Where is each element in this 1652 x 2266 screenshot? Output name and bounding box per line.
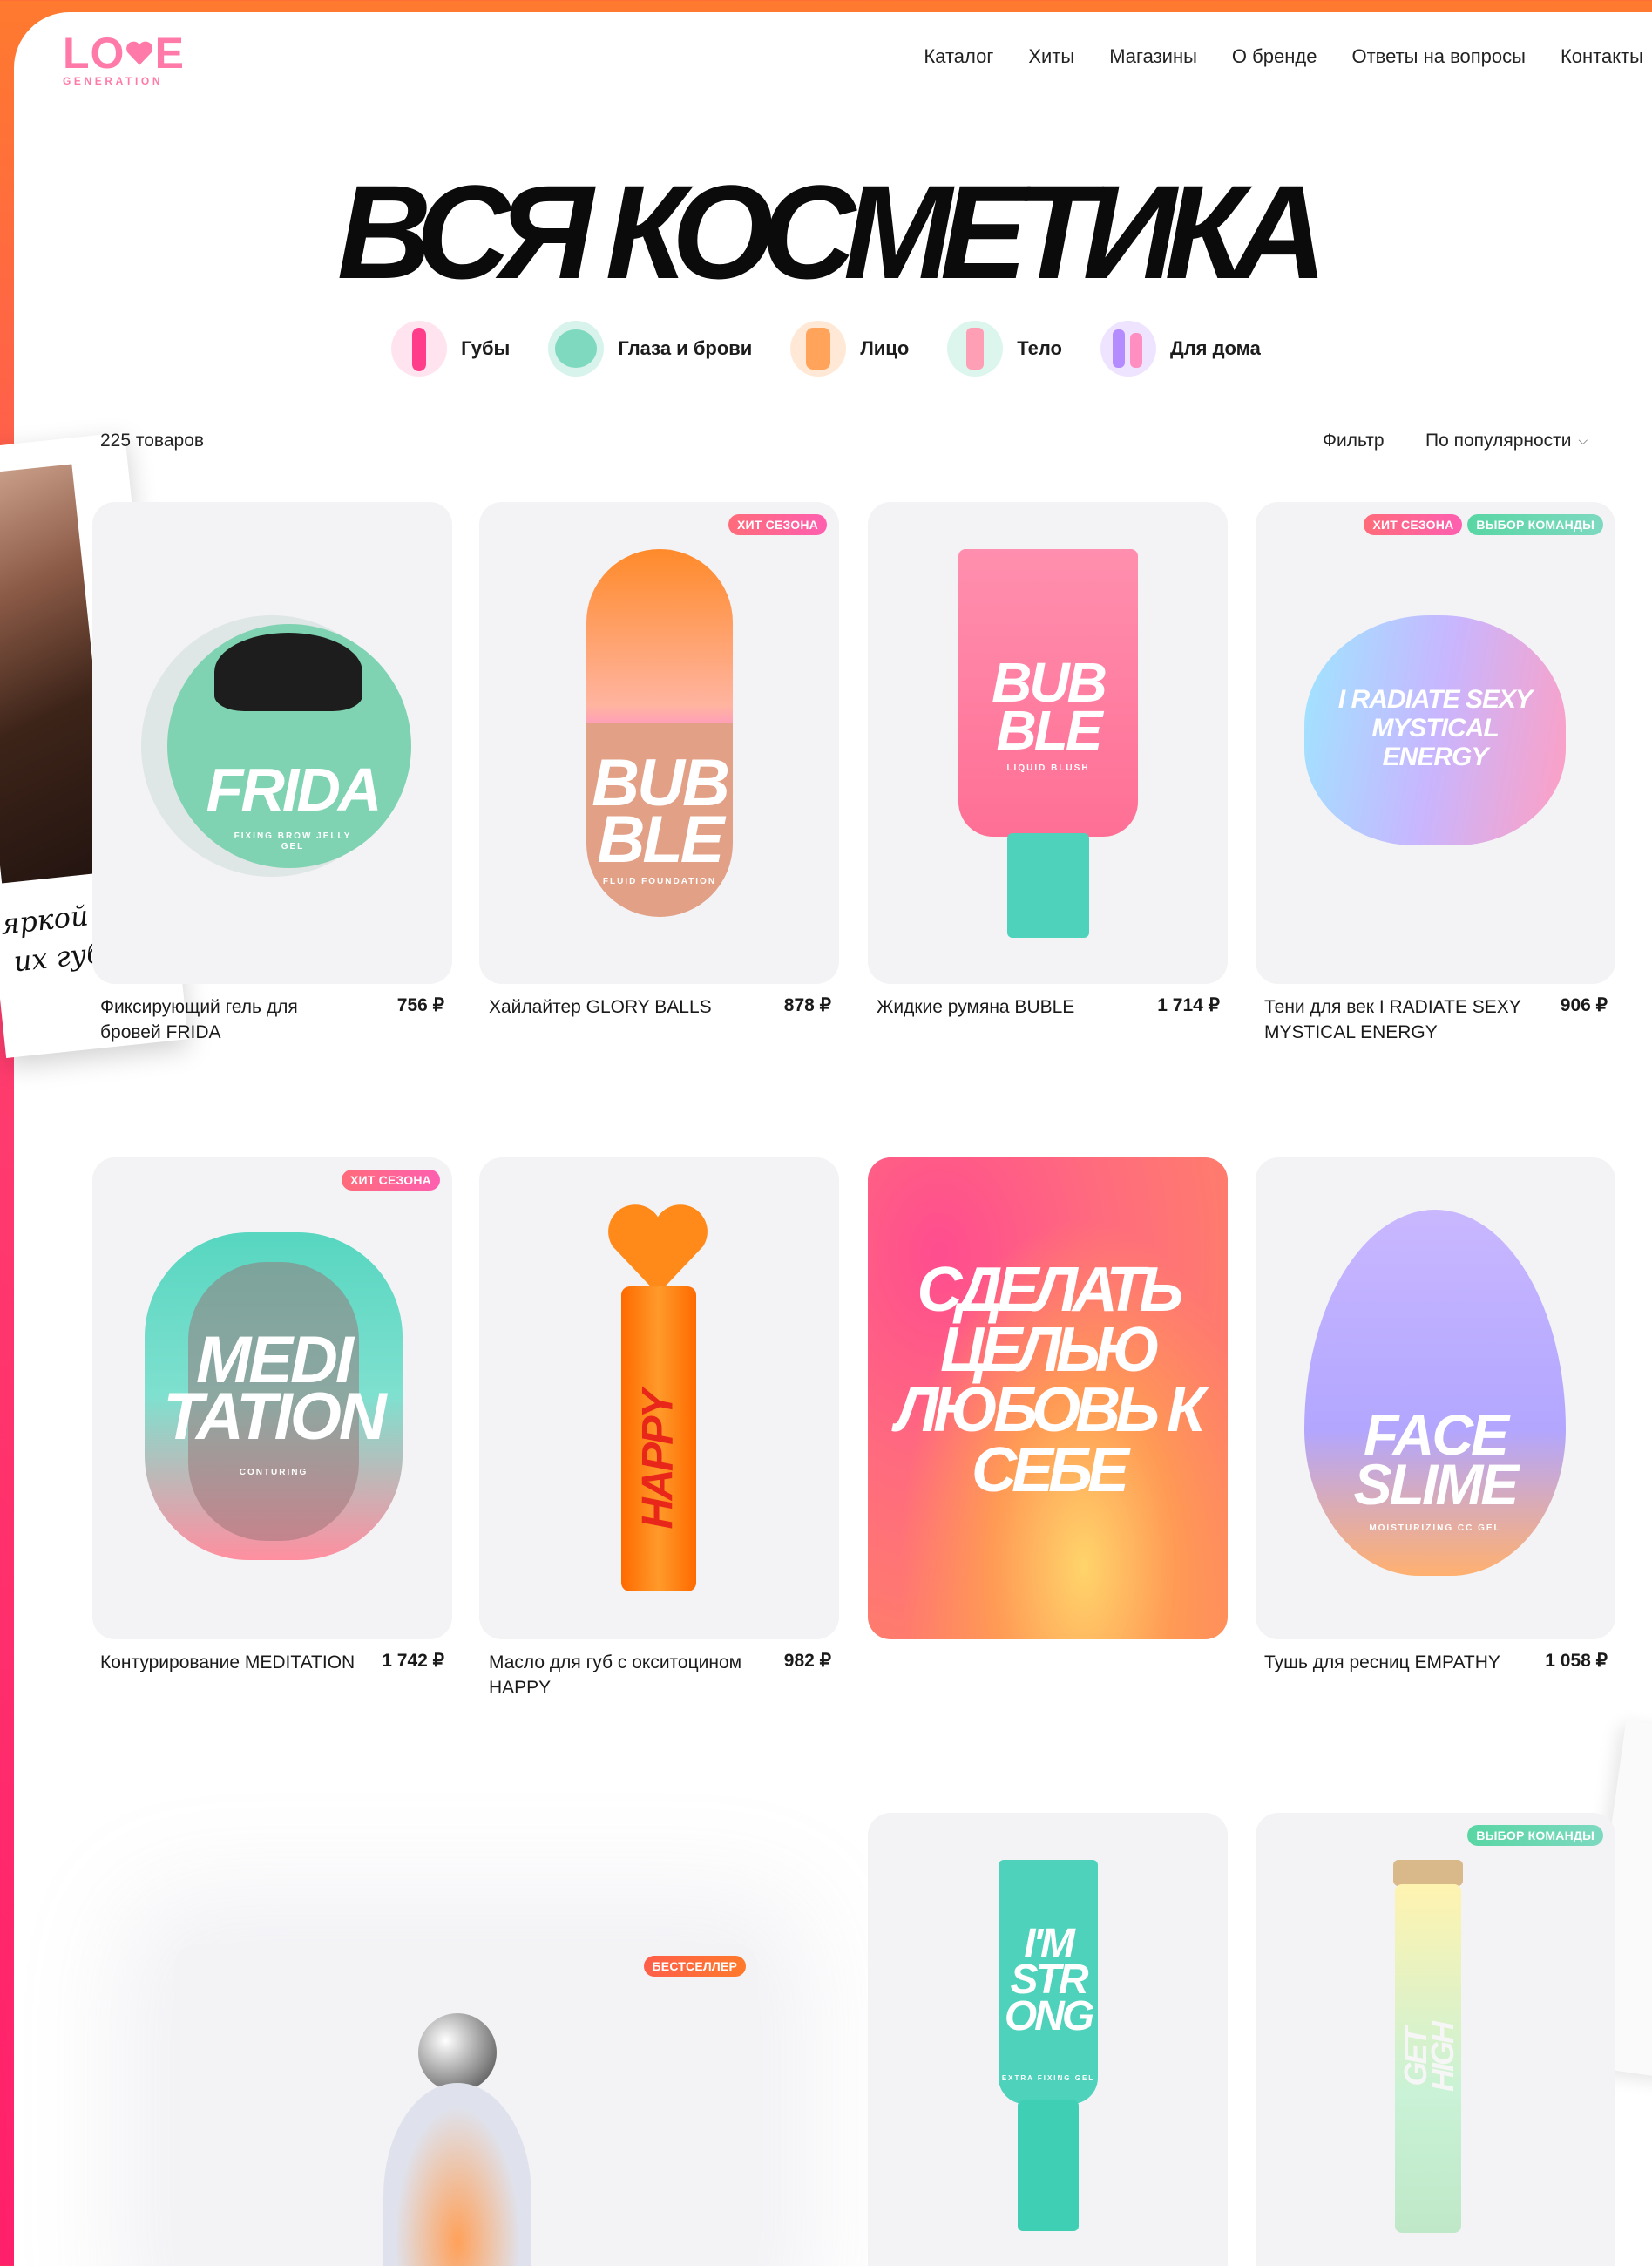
product-price: 878 ₽	[783, 995, 831, 1015]
heart-icon	[126, 41, 153, 65]
team-choice-badge: ВЫБОР КОМАНДЫ	[1467, 1825, 1603, 1846]
product-card-meditation[interactable]: ХИТ СЕЗОНА MEDI TATION CONTURING	[92, 1157, 452, 1639]
hit-badge: ХИТ СЕЗОНА	[728, 514, 827, 535]
face-category-icon	[790, 321, 847, 377]
promo-text: СДЕЛАТЬ ЦЕЛЬЮ ЛЮБОВЬ К СЕБЕ	[895, 1255, 1206, 1506]
hit-badge: ХИТ СЕЗОНА	[342, 1170, 440, 1191]
hit-badge: ХИТ СЕЗОНА	[1364, 514, 1463, 535]
product-name[interactable]: Тушь для ресниц EMPATHY	[1264, 1650, 1526, 1675]
nav-stores[interactable]: Магазины	[1109, 45, 1197, 68]
category-lips[interactable]: Губы	[391, 321, 510, 377]
product-name[interactable]: Хайлайтер GLORY BALLS	[489, 994, 750, 1020]
nav-about[interactable]: О бренде	[1232, 45, 1317, 68]
product-card-get-high[interactable]: ВЫБОР КОМАНДЫ GET HIGH	[1256, 1813, 1615, 2266]
page-title: ВСЯ КОСМЕТИКА	[336, 157, 1327, 307]
chevron-down-icon: ⌵	[1578, 433, 1588, 447]
nav-hits[interactable]: Хиты	[1028, 45, 1074, 68]
product-count: 225 товаров	[100, 431, 205, 451]
lips-category-icon	[391, 321, 448, 377]
bestseller-badge: БЕСТСЕЛЛЕР	[643, 1956, 746, 1977]
product-price: 1 742 ₽	[382, 1651, 444, 1671]
product-card-buble-blush[interactable]: BUB BLE LIQUID BLUSH	[868, 502, 1228, 984]
promo-banner[interactable]: СДЕЛАТЬ ЦЕЛЬЮ ЛЮБОВЬ К СЕБЕ	[868, 1157, 1228, 1639]
product-name[interactable]: Тени для век I RADIATE SEXY MYSTICAL ENE…	[1264, 994, 1526, 1045]
filter-button[interactable]: Фильтр	[1323, 431, 1385, 451]
category-face[interactable]: Лицо	[790, 321, 909, 377]
product-name[interactable]: Жидкие румяна BUBLE	[877, 994, 1138, 1020]
product-card-face-slime[interactable]: FACE SLIME MOISTURIZING CC GEL	[1256, 1157, 1615, 1639]
product-price: 1 058 ₽	[1545, 1651, 1608, 1671]
product-price: 1 714 ₽	[1157, 995, 1220, 1015]
category-body[interactable]: Тело	[947, 321, 1062, 377]
sort-dropdown[interactable]: По популярности ⌵	[1425, 431, 1588, 451]
product-card-happy[interactable]: HAPPY	[479, 1157, 839, 1639]
nav-catalog[interactable]: Каталог	[924, 45, 993, 68]
product-card-glory-balls[interactable]: ХИТ СЕЗОНА BUB BLE FLUID FOUNDATION	[479, 502, 839, 984]
category-home[interactable]: Для дома	[1100, 321, 1261, 377]
category-eyes-brows[interactable]: Глаза и брови	[548, 321, 752, 377]
product-price: 906 ₽	[1560, 995, 1608, 1015]
product-name[interactable]: Контурирование MEDITATION	[100, 1650, 362, 1675]
category-list: Губы Глаза и брови Лицо Тело Для дома	[0, 321, 1652, 377]
product-name[interactable]: Фиксирующий гель для бровей FRIDA	[100, 994, 362, 1045]
nav-faq[interactable]: Ответы на вопросы	[1351, 45, 1526, 68]
product-card-roller[interactable]: БЕСТСЕЛЛЕР	[174, 1944, 758, 2266]
team-choice-badge: ВЫБОР КОМАНДЫ	[1467, 514, 1603, 535]
product-label: FRIDA	[206, 756, 383, 824]
nav-contacts[interactable]: Контакты	[1561, 45, 1643, 68]
heart-cap-icon	[608, 1204, 708, 1294]
product-card-im-strong[interactable]: I'M STR ONG EXTRA FIXING GEL	[868, 1813, 1228, 2266]
product-name[interactable]: Масло для губ с окситоцином HAPPY	[489, 1650, 750, 1700]
eyes-brows-category-icon	[548, 321, 605, 377]
product-price: 982 ₽	[783, 1651, 831, 1671]
main-nav: Каталог Хиты Магазины О бренде Ответы на…	[924, 45, 1643, 68]
brand-logo[interactable]: LO E GENERATION	[63, 31, 185, 87]
product-price: 756 ₽	[396, 995, 444, 1015]
home-category-icon	[1100, 321, 1156, 377]
product-card-i-radiate[interactable]: ХИТ СЕЗОНА ВЫБОР КОМАНДЫ I RADIATE SEXY …	[1256, 502, 1615, 984]
product-card-frida[interactable]: FRIDA FIXING BROW JELLY GEL	[92, 502, 452, 984]
body-category-icon	[947, 321, 1004, 377]
